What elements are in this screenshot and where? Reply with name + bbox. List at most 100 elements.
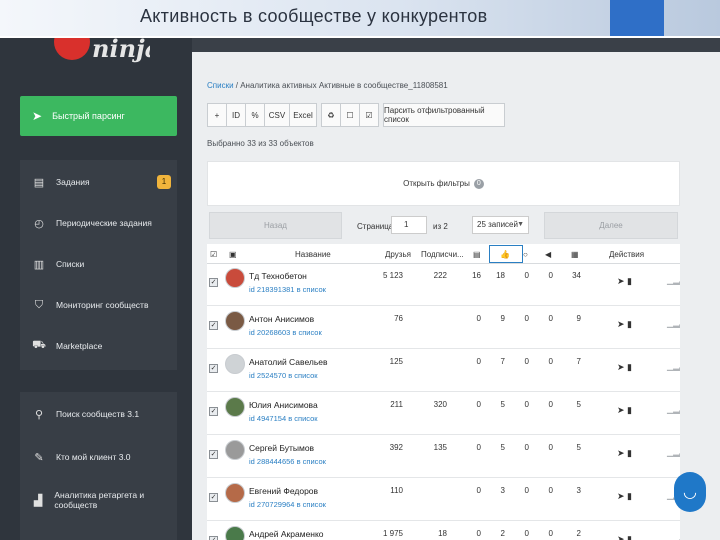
- user-id-link[interactable]: id 4947154: [249, 414, 286, 423]
- sidebar-item-0[interactable]: ⚲ Поиск сообществ 3.1: [20, 394, 177, 434]
- csv-button[interactable]: CSV: [264, 103, 290, 127]
- prev-page-button[interactable]: Назад: [209, 212, 342, 239]
- user-name-link[interactable]: Сергей Бутымов: [249, 443, 314, 453]
- user-id-link[interactable]: id 270729964: [249, 500, 294, 509]
- rocket-icon[interactable]: ➤: [617, 362, 625, 372]
- cell-c4: 0: [548, 486, 553, 495]
- selection-count: Выбранно 33 из 33 объектов: [207, 139, 314, 148]
- trash-icon[interactable]: ▮: [625, 491, 632, 501]
- trash-icon[interactable]: ▮: [625, 534, 632, 540]
- sidebar-item-2[interactable]: ▥ Списки: [20, 244, 177, 284]
- cell-c4: 0: [548, 400, 553, 409]
- user-id-link[interactable]: id 20268603: [249, 328, 290, 337]
- checkbox-empty-icon[interactable]: ☐: [340, 103, 360, 127]
- user-id-line: id 270729964 в список: [249, 500, 326, 509]
- avatar: [225, 354, 245, 374]
- user-name-link[interactable]: Тд Технобетон: [249, 271, 307, 281]
- signal-bars-icon: ▁▂▃: [667, 276, 680, 285]
- table-row[interactable]: ✓ Тд Технобетон id 218391381 в список 5 123…: [207, 264, 680, 306]
- next-page-button[interactable]: Далее: [544, 212, 678, 239]
- col-subscribers[interactable]: Подписчи...: [421, 250, 464, 259]
- user-name-link[interactable]: Андрей Акраменко: [249, 529, 324, 539]
- trash-icon[interactable]: ▮: [625, 276, 632, 286]
- parse-filtered-button[interactable]: Парсить отфильтрованный список: [383, 103, 505, 127]
- clock-icon: ◴: [34, 217, 44, 230]
- reposts-column-icon[interactable]: ◀: [545, 250, 551, 259]
- add-to-list-link[interactable]: в список: [292, 328, 321, 337]
- table-row[interactable]: ✓ Евгений Федоров id 270729964 в список 110…: [207, 479, 680, 521]
- rocket-icon: ➤: [32, 109, 43, 123]
- rocket-icon[interactable]: ➤: [617, 534, 625, 540]
- user-id-link[interactable]: id 2524570: [249, 371, 286, 380]
- user-id-link[interactable]: id 288444656: [249, 457, 294, 466]
- bar-chart-icon: ▟: [33, 494, 43, 507]
- sidebar-item-2[interactable]: ▟ Аналитика ретаргета и сообществ: [20, 480, 177, 520]
- id-button[interactable]: ID: [226, 103, 246, 127]
- sidebar-item-4[interactable]: ⛟ Marketplace: [20, 326, 177, 366]
- rocket-icon[interactable]: ➤: [617, 276, 625, 286]
- col-name[interactable]: Название: [295, 250, 331, 259]
- breadcrumb-root-link[interactable]: Списки: [207, 81, 234, 90]
- trash-icon[interactable]: ▮: [625, 319, 632, 329]
- sidebar-menu-main: ▤ Задания 1 ◴ Периодические задания ▥ Списки ⛉ М…: [20, 160, 177, 370]
- calc-column-icon[interactable]: ▦: [571, 250, 579, 259]
- add-to-list-link[interactable]: в список: [288, 414, 317, 423]
- row-checkbox[interactable]: ✓: [209, 536, 218, 540]
- row-actions: ➤ ▮: [617, 448, 632, 459]
- table-row[interactable]: ✓Андрей Акраменко1 9751802002➤ ▮▁▂▃: [207, 522, 680, 540]
- quick-parse-button[interactable]: ➤ Быстрый парсинг: [20, 96, 177, 136]
- rocket-icon[interactable]: ➤: [617, 491, 625, 501]
- sidebar-item-1[interactable]: ◴ Периодические задания: [20, 203, 177, 243]
- chat-widget-button[interactable]: ◡: [674, 472, 706, 512]
- trash-icon[interactable]: ▮: [625, 405, 632, 415]
- user-name-link[interactable]: Анатолий Савельев: [249, 357, 328, 367]
- avatar: [225, 526, 245, 540]
- per-page-select[interactable]: 25 записей ▼: [472, 216, 529, 234]
- user-id-link[interactable]: id 218391381: [249, 285, 294, 294]
- percent-button[interactable]: %: [245, 103, 265, 127]
- recycle-icon[interactable]: ♻: [321, 103, 341, 127]
- logo[interactable]: ninja: [54, 38, 150, 66]
- add-to-list-link[interactable]: в список: [288, 371, 317, 380]
- row-checkbox[interactable]: ✓: [209, 321, 218, 330]
- table-row[interactable]: ✓ Сергей Бутымов id 288444656 в список 392 1…: [207, 436, 680, 478]
- table-row[interactable]: ✓ Антон Анисимов id 20268603 в список 76 0 9 0…: [207, 307, 680, 349]
- sidebar-item-3[interactable]: ⛉ Мониторинг сообществ: [20, 285, 177, 325]
- sidebar-item-0[interactable]: ▤ Задания 1: [20, 162, 177, 202]
- select-all-checkbox[interactable]: ☑: [210, 250, 217, 259]
- page-number-input[interactable]: 1: [391, 216, 427, 234]
- rocket-icon[interactable]: ➤: [617, 319, 625, 329]
- col-friends[interactable]: Друзья: [385, 250, 411, 259]
- add-button[interactable]: +: [207, 103, 227, 127]
- breadcrumb-current: Аналитика активных Активные в сообществе…: [240, 81, 448, 90]
- excel-button[interactable]: Excel: [289, 103, 317, 127]
- trash-icon[interactable]: ▮: [625, 448, 632, 458]
- row-checkbox[interactable]: ✓: [209, 364, 218, 373]
- signal-bars-icon: ▁▂▃: [667, 534, 680, 540]
- likes-column-icon[interactable]: 👍: [500, 250, 510, 259]
- rocket-icon[interactable]: ➤: [617, 405, 625, 415]
- posts-column-icon[interactable]: ▤: [473, 250, 481, 259]
- row-checkbox[interactable]: ✓: [209, 407, 218, 416]
- sidebar-item-1[interactable]: ✎ Кто мой клиент 3.0: [20, 437, 177, 477]
- user-name-link[interactable]: Антон Анисимов: [249, 314, 314, 324]
- rocket-icon[interactable]: ➤: [617, 448, 625, 458]
- table-row[interactable]: ✓ Анатолий Савельев id 2524570 в список 125…: [207, 350, 680, 392]
- add-to-list-link[interactable]: в список: [297, 457, 326, 466]
- user-name-link[interactable]: Евгений Федоров: [249, 486, 318, 496]
- binoculars-icon: ⛉: [34, 298, 44, 311]
- user-id-line: id 218391381 в список: [249, 285, 326, 294]
- table-row[interactable]: ✓ Юлия Анисимова id 4947154 в список 211 320…: [207, 393, 680, 435]
- comments-column-icon[interactable]: ○: [523, 250, 528, 259]
- checkbox-checked-icon[interactable]: ☑: [359, 103, 379, 127]
- user-name-link[interactable]: Юлия Анисимова: [249, 400, 318, 410]
- add-to-list-link[interactable]: в список: [297, 285, 326, 294]
- row-checkbox[interactable]: ✓: [209, 278, 218, 287]
- row-checkbox[interactable]: ✓: [209, 493, 218, 502]
- row-checkbox[interactable]: ✓: [209, 450, 218, 459]
- cell-subscribers: 222: [433, 271, 447, 280]
- per-page-value: 25 записей: [477, 220, 518, 229]
- add-to-list-link[interactable]: в список: [297, 500, 326, 509]
- trash-icon[interactable]: ▮: [625, 362, 632, 372]
- open-filters-button[interactable]: Открыть фильтры 0: [207, 161, 680, 206]
